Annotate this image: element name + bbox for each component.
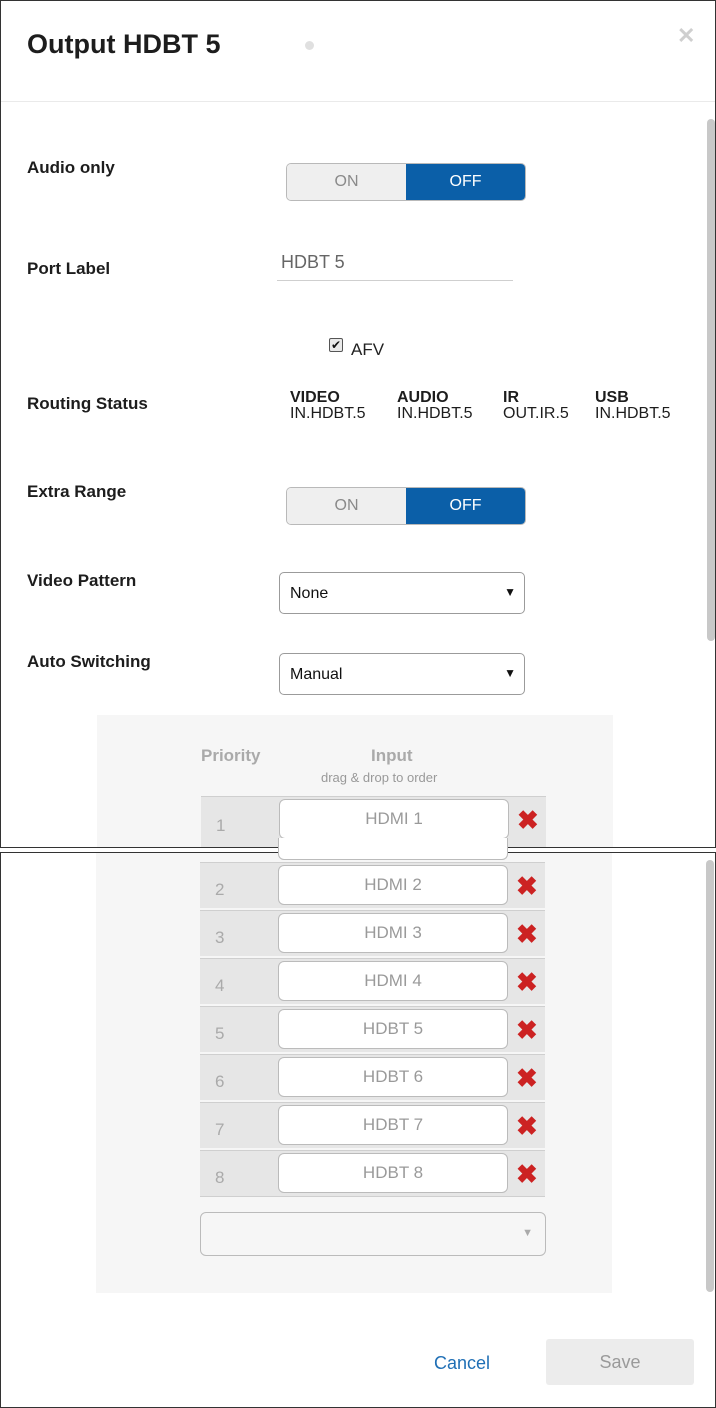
priority-input-box[interactable]: HDBT 6 [278,1057,508,1097]
audio-only-off-option[interactable]: OFF [406,164,525,200]
routing-video-header: VIDEO [290,389,340,406]
routing-ir: IR OUT.IR.5 [503,390,569,422]
routing-video: VIDEO IN.HDBT.5 [290,390,366,422]
video-pattern-select[interactable]: None ▼ [279,572,525,614]
priority-number: 3 [215,928,225,947]
routing-video-value: IN.HDBT.5 [290,405,366,422]
routing-ir-value: OUT.IR.5 [503,405,569,422]
priority-number: 7 [215,1120,225,1139]
dropdown-arrow-icon: ▼ [522,1227,533,1239]
scrollbar-thumb[interactable] [706,860,714,1292]
priority-input-box[interactable]: HDBT 7 [278,1105,508,1145]
routing-usb-header: USB [595,389,629,406]
close-icon[interactable]: ✕ [677,23,695,49]
remove-icon[interactable]: ✖ [516,873,538,899]
remove-icon[interactable]: ✖ [517,807,539,833]
priority-input-box[interactable]: HDMI 3 [278,913,508,953]
port-label-input[interactable] [277,245,513,281]
extra-range-off-option[interactable]: OFF [406,488,525,524]
priority-input-box[interactable]: HDMI 1 [279,799,509,839]
afv-label: AFV [351,340,385,359]
priority-number: 4 [215,976,225,995]
priority-input-box[interactable]: HDBT 5 [278,1009,508,1049]
save-button[interactable]: Save [546,1339,694,1385]
status-dot [305,41,314,50]
audio-only-toggle[interactable]: ON OFF [286,163,526,201]
extra-range-toggle[interactable]: ON OFF [286,487,526,525]
priority-number: 5 [215,1024,225,1043]
priority-number: 2 [215,880,225,899]
extra-range-on-option[interactable]: ON [287,488,406,524]
priority-input-text: HDMI 1 [365,809,423,828]
routing-ir-header: IR [503,389,519,406]
priority-header: Priority [201,746,261,765]
priority-input-box[interactable]: HDBT 8 [278,1153,508,1193]
routing-usb-value: IN.HDBT.5 [595,405,671,422]
remove-icon[interactable]: ✖ [516,921,538,947]
routing-status-label: Routing Status [27,394,148,413]
add-input-select[interactable]: ▼ [200,1212,546,1256]
auto-switching-value: Manual [290,666,343,683]
priority-input-text: HDBT 5 [362,1019,424,1038]
routing-audio-header: AUDIO [397,389,449,406]
priority-input-text: HDBT 7 [362,1115,424,1134]
dialog-title: Output HDBT 5 [27,29,221,59]
remove-icon[interactable]: ✖ [516,1065,538,1091]
priority-input-text: HDBT 6 [362,1067,424,1086]
routing-audio: AUDIO IN.HDBT.5 [397,390,473,422]
dropdown-arrow-icon: ▼ [504,666,516,680]
audio-only-on-option[interactable]: ON [287,164,406,200]
priority-input-text: HDMI 4 [364,971,422,990]
remove-icon[interactable]: ✖ [516,1113,538,1139]
input-subheader: drag & drop to order [321,770,438,785]
video-pattern-label: Video Pattern [27,571,137,590]
header-divider [1,101,715,102]
priority-number: 8 [215,1168,225,1187]
afv-checkbox[interactable]: ✔ [329,338,343,352]
cancel-button[interactable]: Cancel [434,1353,490,1374]
remove-icon[interactable]: ✖ [516,1161,538,1187]
video-pattern-value: None [290,585,329,602]
priority-input-text: HDMI 2 [364,875,422,894]
dialog-top-section: Output HDBT 5 ✕ Audio only ON OFF Port L… [0,0,716,848]
dragging-row-fragment [278,838,508,860]
remove-icon[interactable]: ✖ [516,969,538,995]
routing-usb: USB IN.HDBT.5 [595,390,671,422]
extra-range-label: Extra Range [27,482,127,501]
priority-input-box[interactable]: HDMI 4 [278,961,508,1001]
input-header: Input [371,746,413,765]
dropdown-arrow-icon: ▼ [504,585,516,599]
audio-only-label: Audio only [27,158,115,177]
auto-switching-label: Auto Switching [27,652,151,671]
scrollbar-thumb[interactable] [707,119,715,641]
port-label-label: Port Label [27,259,111,278]
priority-number: 1 [216,816,226,835]
priority-input-text: HDBT 8 [362,1163,424,1182]
auto-switching-select[interactable]: Manual ▼ [279,653,525,695]
routing-audio-value: IN.HDBT.5 [397,405,473,422]
priority-input-text: HDMI 3 [364,923,422,942]
row-divider [200,1196,545,1197]
priority-number: 6 [215,1072,225,1091]
priority-input-box[interactable]: HDMI 2 [278,865,508,905]
remove-icon[interactable]: ✖ [516,1017,538,1043]
